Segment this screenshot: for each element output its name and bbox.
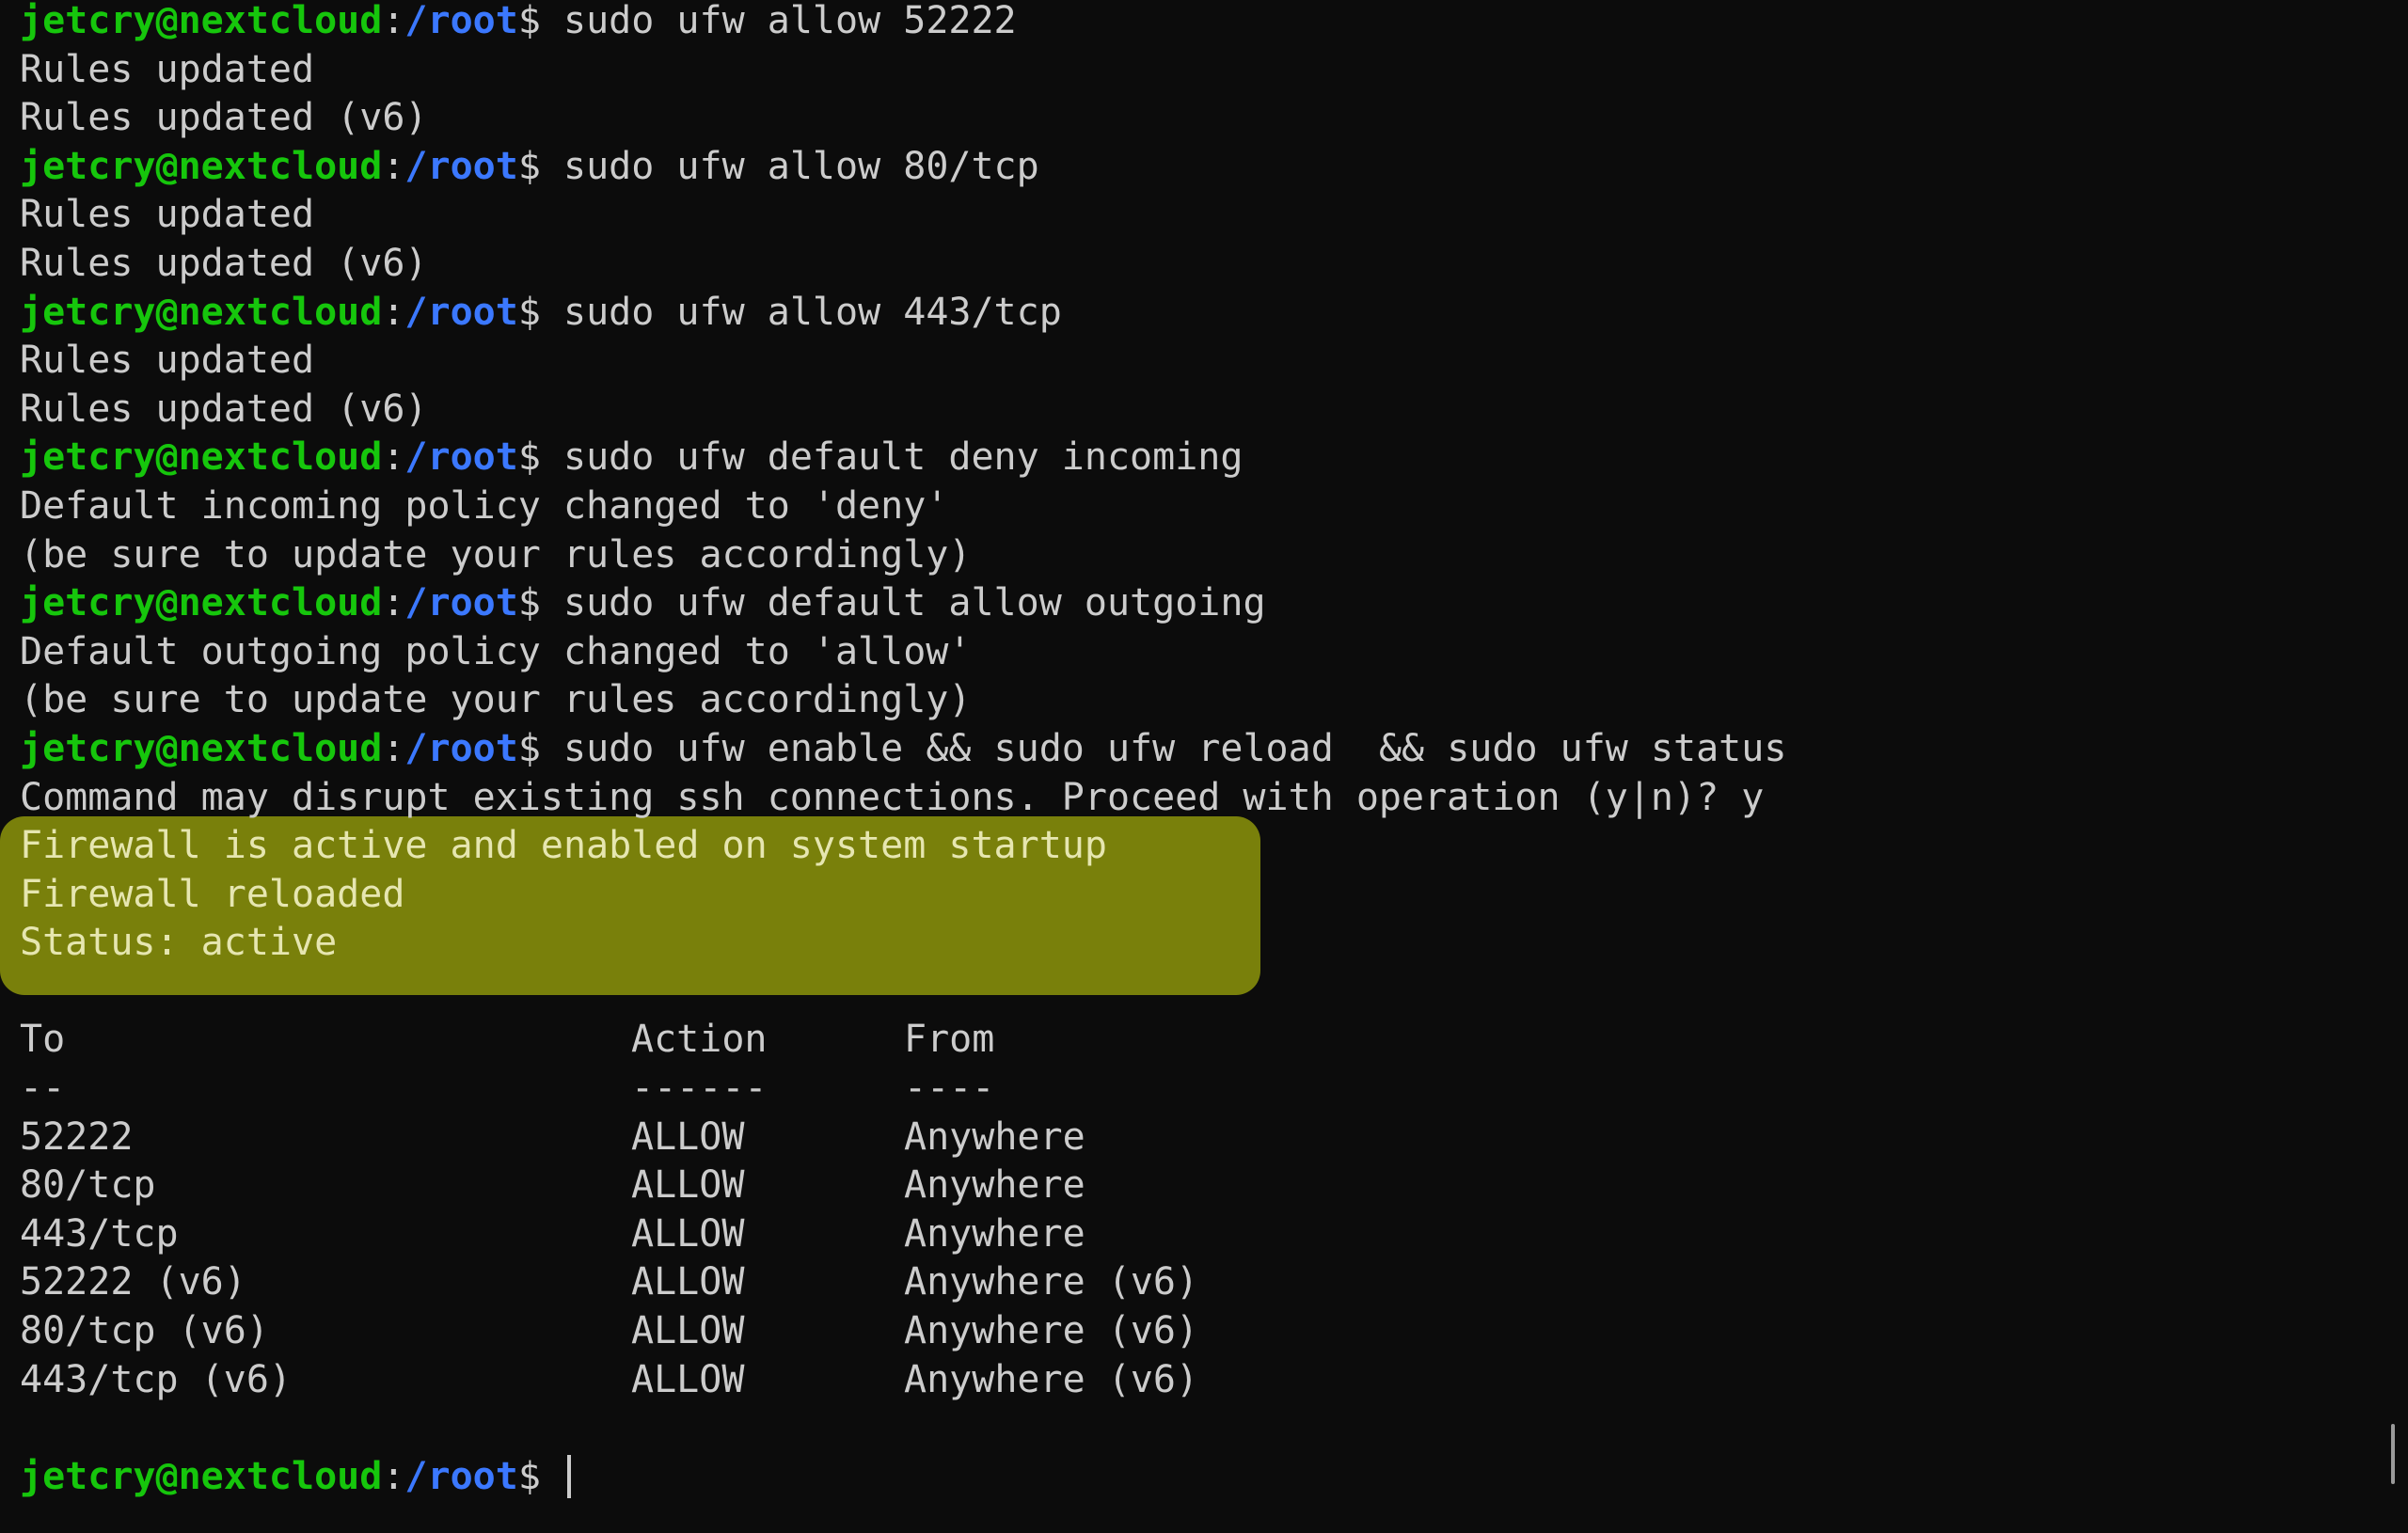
firewall-status-line: Firewall reloaded (20, 872, 405, 916)
table-row: 52222 (v6) ALLOW Anywhere (v6) (20, 1258, 2352, 1307)
prompt-path: /root (404, 144, 518, 188)
prompt-colon: : (382, 290, 405, 334)
rule-from: Anywhere (904, 1211, 1085, 1256)
output-line: Rules updated (20, 339, 315, 383)
prompt-line: jetcry@nextcloud:/root$ sudo ufw allow 8… (20, 143, 2352, 192)
table-row: 443/tcp (v6) ALLOW Anywhere (v6) (20, 1356, 2352, 1405)
output-line: Command may disrupt existing ssh connect… (20, 775, 1765, 819)
prompt-colon: : (382, 1454, 405, 1498)
prompt-user-host: jetcry@nextcloud (20, 290, 383, 334)
prompt-user-host: jetcry@nextcloud (20, 581, 383, 625)
prompt-dollar: $ (517, 435, 563, 480)
terminal-output: jetcry@nextcloud:/root$ sudo ufw allow 5… (20, 0, 2352, 1501)
table-row: 443/tcp ALLOW Anywhere (20, 1210, 2352, 1259)
prompt-line: jetcry@nextcloud:/root$ sudo ufw enable … (20, 725, 2352, 774)
rule-from: Anywhere (v6) (904, 1260, 1199, 1304)
command-text: sudo ufw allow 443/tcp (563, 290, 1062, 334)
terminal-window[interactable]: jetcry@nextcloud:/root$ sudo ufw allow 5… (0, 0, 2408, 1533)
prompt-path: /root (404, 726, 518, 770)
table-row: 80/tcp (v6) ALLOW Anywhere (v6) (20, 1307, 2352, 1356)
rule-to: 443/tcp (20, 1211, 179, 1256)
prompt-path: /root (404, 581, 518, 625)
prompt-line: jetcry@nextcloud:/root$ sudo ufw default… (20, 579, 2352, 628)
rule-action: ALLOW (631, 1114, 745, 1159)
prompt-line: jetcry@nextcloud:/root$ sudo ufw allow 5… (20, 0, 2352, 46)
rule-from: From (904, 1018, 995, 1062)
prompt-dollar: $ (517, 581, 563, 625)
scrollbar-thumb[interactable] (2391, 1424, 2395, 1484)
prompt-colon: : (382, 144, 405, 188)
command-text: sudo ufw allow 52222 (563, 0, 1017, 42)
rule-action: ALLOW (631, 1309, 745, 1353)
prompt-dollar: $ (517, 1454, 563, 1498)
output-line: Rules updated (20, 47, 315, 91)
firewall-status-line: Status: active (20, 921, 338, 965)
rule-action: ALLOW (631, 1260, 745, 1304)
prompt-user-host: jetcry@nextcloud (20, 1454, 383, 1498)
rule-action: ALLOW (631, 1211, 745, 1256)
prompt-path: /root (404, 290, 518, 334)
command-text: sudo ufw default allow outgoing (563, 581, 1266, 625)
prompt-dollar: $ (517, 144, 563, 188)
command-text: sudo ufw enable && sudo ufw reload && su… (563, 726, 1787, 770)
prompt-line: jetcry@nextcloud:/root$ sudo ufw default… (20, 434, 2352, 482)
command-text: sudo ufw allow 80/tcp (563, 144, 1039, 188)
output-line: Rules updated (20, 193, 315, 237)
prompt-dollar: $ (517, 0, 563, 42)
output-line: Rules updated (v6) (20, 387, 428, 431)
prompt-path: /root (404, 1454, 518, 1498)
rule-from: ---- (904, 1067, 995, 1111)
output-line: Rules updated (v6) (20, 241, 428, 285)
table-header: To Action From (20, 1016, 2352, 1065)
output-line: (be sure to update your rules accordingl… (20, 532, 972, 577)
prompt-colon: : (382, 726, 405, 770)
rule-action: Action (631, 1018, 768, 1062)
prompt-user-host: jetcry@nextcloud (20, 0, 383, 42)
prompt-dollar: $ (517, 726, 563, 770)
prompt-colon: : (382, 0, 405, 42)
output-line: Rules updated (v6) (20, 96, 428, 140)
table-row: 80/tcp ALLOW Anywhere (20, 1162, 2352, 1210)
rule-action: ------ (631, 1067, 768, 1111)
prompt-user-host: jetcry@nextcloud (20, 435, 383, 480)
rule-to: 80/tcp (v6) (20, 1309, 269, 1353)
rule-to: 52222 (v6) (20, 1260, 246, 1304)
output-line: (be sure to update your rules accordingl… (20, 678, 972, 722)
rule-to: 443/tcp (v6) (20, 1357, 292, 1401)
rule-action: ALLOW (631, 1357, 745, 1401)
prompt-path: /root (404, 0, 518, 42)
prompt-user-host: jetcry@nextcloud (20, 726, 383, 770)
rule-action: ALLOW (631, 1163, 745, 1208)
prompt-line: jetcry@nextcloud:/root$ sudo ufw allow 4… (20, 289, 2352, 338)
rule-from: Anywhere (v6) (904, 1309, 1199, 1353)
rule-to: To (20, 1018, 66, 1062)
output-line: Default outgoing policy changed to 'allo… (20, 629, 972, 673)
prompt-user-host: jetcry@nextcloud (20, 144, 383, 188)
prompt-colon: : (382, 581, 405, 625)
prompt-path: /root (404, 435, 518, 480)
rule-to: 52222 (20, 1114, 134, 1159)
rule-from: Anywhere (904, 1114, 1085, 1159)
prompt-dollar: $ (517, 290, 563, 334)
table-separator: -- ------ ---- (20, 1065, 2352, 1114)
text-cursor[interactable] (567, 1454, 571, 1498)
command-text: sudo ufw default deny incoming (563, 435, 1244, 480)
prompt-line: jetcry@nextcloud:/root$ (20, 1453, 2352, 1502)
rule-to: 80/tcp (20, 1163, 156, 1208)
output-line: Default incoming policy changed to 'deny… (20, 483, 949, 528)
firewall-status-line: Firewall is active and enabled on system… (20, 824, 1107, 868)
rule-from: Anywhere (v6) (904, 1357, 1199, 1401)
rule-from: Anywhere (904, 1163, 1085, 1208)
table-row: 52222 ALLOW Anywhere (20, 1114, 2352, 1162)
prompt-colon: : (382, 435, 405, 480)
rule-to: -- (20, 1067, 66, 1111)
